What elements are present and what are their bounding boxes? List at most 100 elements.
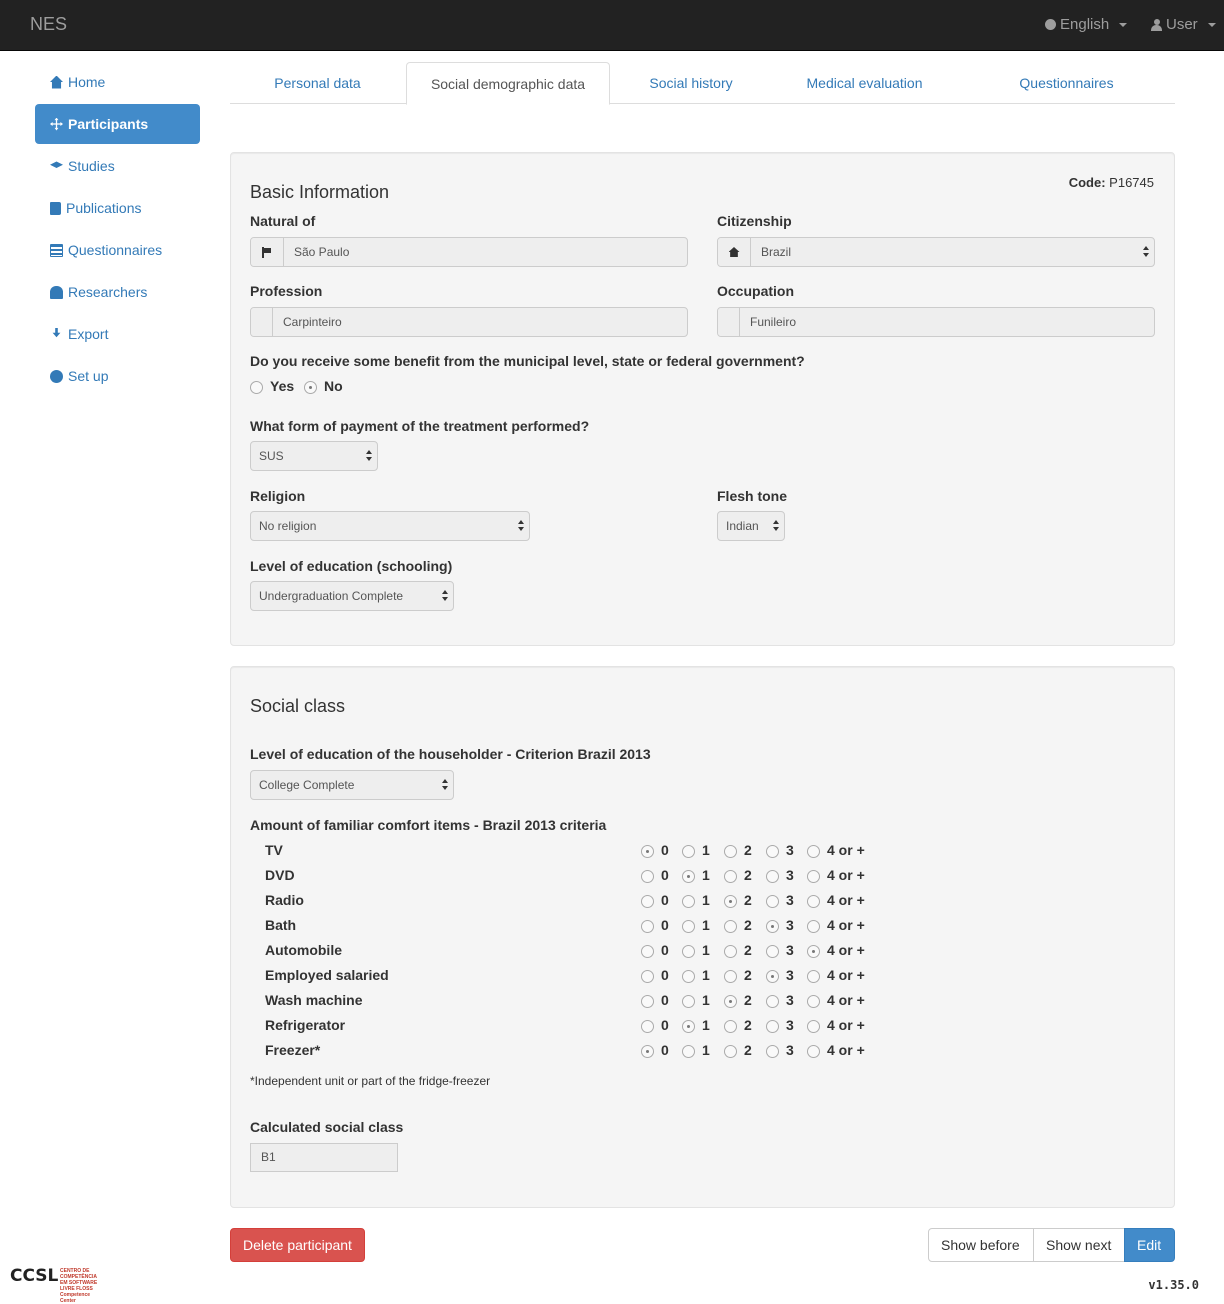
occupation-value: Funileiro (750, 315, 797, 329)
comfort-radio-option[interactable] (682, 1045, 695, 1058)
comfort-radio-option[interactable] (641, 1045, 654, 1058)
flag-icon (262, 247, 272, 258)
cog-icon (50, 369, 63, 383)
tab-medical-evaluation[interactable]: Medical evaluation (772, 62, 957, 104)
comfort-radio-label: 3 (786, 867, 794, 883)
comfort-radio-label: 3 (786, 1042, 794, 1058)
profession-field[interactable]: Carpinteiro (250, 307, 688, 337)
comfort-radio-option[interactable] (682, 945, 695, 958)
tab-social-history[interactable]: Social history (611, 62, 771, 104)
comfort-radio-option[interactable] (724, 945, 737, 958)
show-next-button[interactable]: Show next (1033, 1228, 1125, 1262)
comfort-radio-option[interactable] (641, 845, 654, 858)
delete-participant-button[interactable]: Delete participant (230, 1228, 365, 1262)
comfort-radio-option[interactable] (724, 845, 737, 858)
comfort-radio-option[interactable] (682, 920, 695, 933)
comfort-radio-option[interactable] (724, 920, 737, 933)
comfort-radio-option[interactable] (682, 1020, 695, 1033)
tab-questionnaires[interactable]: Questionnaires (958, 62, 1175, 104)
comfort-radio-option[interactable] (766, 920, 779, 933)
comfort-radio-label: 4 or + (827, 942, 865, 958)
language-dropdown[interactable]: English (1045, 16, 1128, 33)
ccsl-logo: CCSL (10, 1266, 59, 1286)
sidebar-item-publications[interactable]: Publications (35, 188, 200, 228)
comfort-radio-option[interactable] (641, 920, 654, 933)
benefit-yes-radio[interactable] (250, 381, 263, 394)
payment-select[interactable]: SUS (250, 441, 378, 471)
comfort-radio-option[interactable] (807, 870, 820, 883)
comfort-radio-option[interactable] (807, 945, 820, 958)
tab-personal-data[interactable]: Personal data (230, 62, 405, 104)
comfort-radio-option[interactable] (766, 1020, 779, 1033)
comfort-radio-option[interactable] (724, 1045, 737, 1058)
user-dropdown[interactable]: User (1151, 16, 1216, 33)
comfort-radio-option[interactable] (724, 870, 737, 883)
comfort-radio-option[interactable] (766, 1045, 779, 1058)
citizenship-select[interactable]: Brazil (717, 237, 1155, 267)
sidebar-item-studies[interactable]: Studies (35, 146, 200, 186)
comfort-radio-label: 1 (702, 917, 710, 933)
comfort-radio-option[interactable] (682, 995, 695, 1008)
occupation-addon (718, 308, 740, 336)
comfort-radio-option[interactable] (807, 1045, 820, 1058)
comfort-radio-option[interactable] (641, 895, 654, 908)
education-select[interactable]: Undergraduation Complete (250, 581, 454, 611)
comfort-item-label: DVD (265, 867, 295, 883)
code-label: Code: (1068, 175, 1106, 190)
comfort-radio-option[interactable] (766, 895, 779, 908)
sidebar-item-participants[interactable]: Participants (35, 104, 200, 144)
sidebar-item-researchers[interactable]: Researchers (35, 272, 200, 312)
show-before-button[interactable]: Show before (928, 1228, 1034, 1262)
participant-code: Code: P16745 (1069, 175, 1154, 190)
religion-select[interactable]: No religion (250, 511, 530, 541)
comfort-radio-option[interactable] (807, 1020, 820, 1033)
comfort-radio-option[interactable] (682, 870, 695, 883)
comfort-radio-option[interactable] (641, 970, 654, 983)
brand-link[interactable]: NES (30, 14, 67, 35)
comfort-radio-option[interactable] (724, 970, 737, 983)
comfort-radio-option[interactable] (807, 895, 820, 908)
comfort-radio-option[interactable] (682, 970, 695, 983)
comfort-radio-option[interactable] (766, 945, 779, 958)
comfort-radio-option[interactable] (682, 845, 695, 858)
benefit-no-radio[interactable] (304, 381, 317, 394)
comfort-radio-option[interactable] (766, 870, 779, 883)
occupation-field[interactable]: Funileiro (717, 307, 1155, 337)
comfort-radio-label: 3 (786, 917, 794, 933)
tab-social-demographic-data[interactable]: Social demographic data (406, 62, 610, 105)
comfort-radio-option[interactable] (766, 995, 779, 1008)
comfort-radio-option[interactable] (766, 970, 779, 983)
flesh-tone-select[interactable]: Indian (717, 511, 785, 541)
comfort-item-label: Employed salaried (265, 967, 389, 983)
comfort-radio-option[interactable] (641, 870, 654, 883)
comfort-radio-label: 3 (786, 992, 794, 1008)
sidebar-item-questionnaires[interactable]: Questionnaires (35, 230, 200, 270)
comfort-radio-option[interactable] (807, 845, 820, 858)
comfort-radio-option[interactable] (724, 995, 737, 1008)
comfort-radio-option[interactable] (724, 895, 737, 908)
comfort-radio-option[interactable] (641, 945, 654, 958)
natural-of-field[interactable]: São Paulo (250, 237, 688, 267)
comfort-radio-label: 2 (744, 967, 752, 983)
householder-education-select[interactable]: College Complete (250, 770, 454, 800)
home-icon (50, 75, 63, 89)
comfort-radio-option[interactable] (766, 845, 779, 858)
comfort-item-label: TV (265, 842, 283, 858)
comfort-radio-option[interactable] (807, 995, 820, 1008)
comfort-radio-option[interactable] (807, 970, 820, 983)
comfort-radio-label: 3 (786, 967, 794, 983)
comfort-radio-label: 0 (661, 942, 669, 958)
edit-button[interactable]: Edit (1124, 1228, 1175, 1262)
comfort-radio-option[interactable] (807, 920, 820, 933)
comfort-radio-label: 2 (744, 942, 752, 958)
sidebar-item-home[interactable]: Home (35, 62, 200, 102)
sidebar-item-export[interactable]: Export (35, 314, 200, 354)
comfort-radio-option[interactable] (724, 1020, 737, 1033)
comfort-radio-option[interactable] (682, 895, 695, 908)
education-label: Level of education (schooling) (250, 558, 453, 574)
householder-education-value: College Complete (259, 778, 355, 792)
comfort-radio-label: 0 (661, 867, 669, 883)
comfort-radio-option[interactable] (641, 995, 654, 1008)
comfort-radio-option[interactable] (641, 1020, 654, 1033)
sidebar-item-setup[interactable]: Set up (35, 356, 200, 396)
